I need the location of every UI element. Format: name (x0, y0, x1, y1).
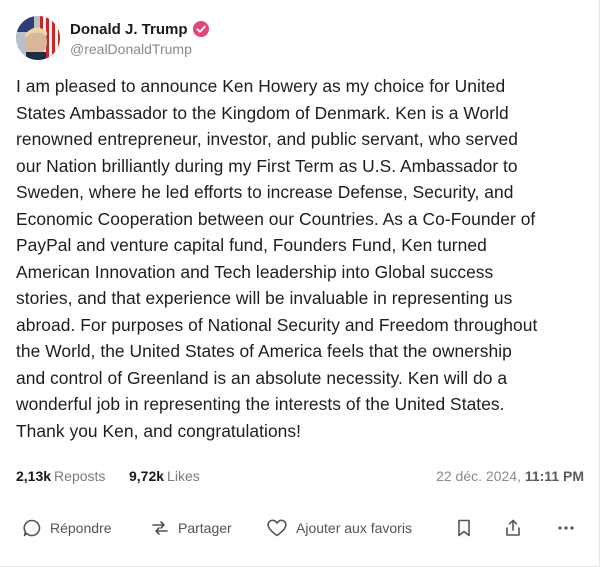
reply-label: Répondre (50, 520, 112, 536)
post-timestamp: 22 déc. 2024, 11:11 PM (436, 468, 584, 484)
actions-divider (0, 500, 600, 501)
bookmark-button[interactable] (454, 510, 474, 546)
post-text-line: abroad. For purposes of National Securit… (16, 314, 538, 335)
reply-button[interactable]: Répondre (22, 510, 112, 546)
post-text-line: I am pleased to announce Ken Howery as m… (16, 76, 506, 96)
post-body: I am pleased to announce Ken Howery as m… (16, 73, 588, 444)
name-row: Donald J. Trump (70, 19, 209, 39)
post-text-line: wonderful job in representing the intere… (16, 394, 505, 414)
reply-icon (22, 518, 42, 538)
post-text-line: our Nation brilliantly during my First T… (16, 155, 518, 176)
likes-count: 9,72k (129, 468, 165, 484)
avatar[interactable] (16, 16, 60, 60)
avatar-image (16, 16, 60, 60)
heart-icon (266, 518, 288, 538)
action-bar: Répondre Partager Ajouter aux favoris (0, 510, 600, 546)
author-display-name[interactable]: Donald J. Trump (70, 21, 188, 38)
post-text-line: Thank you Ken, and congratulations! (16, 420, 302, 441)
author-names: Donald J. Trump @realDonaldTrump (70, 19, 209, 57)
share-upload-button[interactable] (503, 510, 523, 546)
post-text-line: renowned entrepreneur, investor, and pub… (16, 129, 518, 149)
share-label: Partager (178, 520, 232, 536)
post-text-line: States Ambassador to the Kingdom of Denm… (16, 102, 509, 123)
post-text-line: American Innovation and Tech leadership … (16, 261, 494, 282)
post-time: 11:11 PM (524, 468, 584, 484)
share-upload-icon (503, 518, 523, 538)
post-text-line: Economic Cooperation between our Countri… (16, 208, 536, 229)
more-icon (556, 518, 576, 538)
author-handle[interactable]: @realDonaldTrump (70, 41, 209, 57)
likes-label: Likes (167, 468, 200, 484)
post-stats: 2,13k Reposts 9,72k Likes 22 déc. 2024, 11… (16, 468, 584, 488)
repost-button[interactable]: Partager (150, 510, 232, 546)
more-button[interactable] (556, 510, 576, 546)
post-date: 22 déc. 2024, (436, 468, 525, 484)
post-text-line: Sweden, where he led efforts to increase… (16, 182, 514, 202)
post-card: Donald J. Trump @realDonaldTrump I am pl… (0, 0, 600, 567)
favorite-button[interactable]: Ajouter aux favoris (266, 510, 412, 546)
verified-badge-icon (192, 21, 209, 37)
reposts-count: 2,13k (16, 468, 52, 484)
post-text-line: PayPal and venture capital fund, Founder… (16, 235, 487, 255)
post-header: Donald J. Trump @realDonaldTrump (16, 16, 209, 60)
post-text-line: and control of Greenland is an absolute … (16, 367, 508, 388)
likes-stat[interactable]: 9,72k Likes (129, 468, 200, 484)
post-text-line: stories, and that experience will be inv… (16, 288, 513, 308)
reposts-stat[interactable]: 2,13k Reposts (16, 468, 105, 484)
bookmark-icon (454, 518, 474, 538)
reposts-label: Reposts (54, 468, 106, 484)
favorite-label: Ajouter aux favoris (296, 520, 412, 536)
post-text-line: the World, the United States of America … (16, 341, 512, 361)
repost-icon (150, 518, 170, 538)
